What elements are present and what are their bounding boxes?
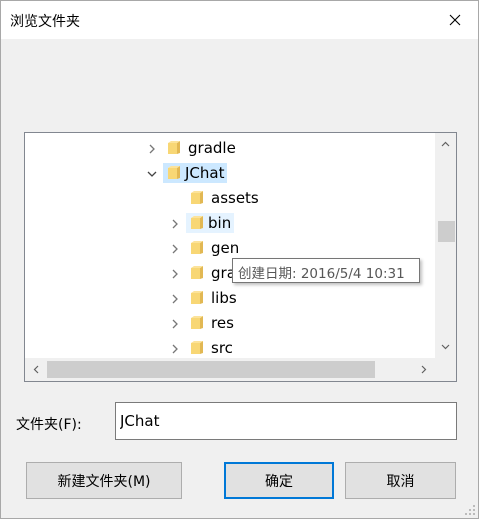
ok-button[interactable]: 确定 <box>224 462 334 499</box>
tree-viewport: gradle JChat assets bin gen gra libs res src <box>25 133 435 358</box>
chevron-right-icon[interactable] <box>168 242 182 256</box>
scroll-right-arrow[interactable] <box>415 361 432 378</box>
close-icon <box>449 14 461 26</box>
tree-item-label[interactable]: src <box>208 338 236 358</box>
folder-icon <box>190 190 204 206</box>
tree-item-label[interactable]: gradle <box>185 138 239 158</box>
new-folder-button[interactable]: 新建文件夹(M) <box>26 462 182 499</box>
folder-tree[interactable]: gradle JChat assets bin gen gra libs res src <box>24 132 457 382</box>
chevron-left-icon <box>33 365 39 374</box>
chevron-right-icon[interactable] <box>168 267 182 281</box>
chevron-down-icon[interactable] <box>145 167 159 181</box>
window-title: 浏览文件夹 <box>10 14 80 30</box>
chevron-right-icon[interactable] <box>168 217 182 231</box>
folder-icon <box>167 140 181 156</box>
folder-icon <box>190 315 204 331</box>
chevron-right-icon[interactable] <box>168 317 182 331</box>
date-tooltip: 创建日期: 2016/5/4 10:31 <box>232 258 420 283</box>
title-bar: 浏览文件夹 <box>1 1 478 39</box>
chevron-up-icon <box>441 141 450 147</box>
tree-item-label[interactable]: libs <box>208 288 240 308</box>
chevron-right-icon[interactable] <box>168 342 182 356</box>
horizontal-scroll-thumb[interactable] <box>47 361 375 378</box>
cancel-button[interactable]: 取消 <box>345 462 456 499</box>
chevron-down-icon <box>441 344 450 350</box>
tree-item[interactable]: gradle <box>25 136 435 161</box>
tree-item[interactable]: assets <box>25 186 435 211</box>
folder-field-label: 文件夹(F): <box>16 417 82 433</box>
scroll-up-arrow[interactable] <box>437 136 454 153</box>
scroll-down-arrow[interactable] <box>437 338 454 355</box>
folder-icon <box>190 340 204 356</box>
tree-item-label[interactable]: assets <box>208 188 262 208</box>
tree-item[interactable]: libs <box>25 286 435 311</box>
vertical-scroll-thumb[interactable] <box>438 221 455 242</box>
folder-name-input[interactable] <box>115 402 457 440</box>
scroll-corner <box>435 358 456 381</box>
tree-item[interactable]: bin <box>25 211 435 236</box>
tree-item-label[interactable]: gen <box>208 238 242 258</box>
browse-folder-dialog: 浏览文件夹 gradle JChat assets bin gen gra libs res s… <box>0 0 479 519</box>
folder-icon <box>190 240 204 256</box>
tree-item-label[interactable]: res <box>208 313 237 333</box>
vertical-scrollbar[interactable] <box>435 133 456 358</box>
chevron-right-icon[interactable] <box>168 292 182 306</box>
resize-grip-icon[interactable] <box>464 504 476 516</box>
tree-item[interactable]: res <box>25 311 435 336</box>
folder-icon <box>190 265 204 281</box>
chevron-right-icon[interactable] <box>145 142 159 156</box>
horizontal-scrollbar[interactable] <box>25 358 435 381</box>
folder-icon <box>167 165 181 181</box>
tree-item[interactable]: src <box>25 336 435 358</box>
close-button[interactable] <box>432 1 478 39</box>
scroll-left-arrow[interactable] <box>28 361 45 378</box>
folder-icon <box>190 290 204 306</box>
folder-icon <box>190 215 204 231</box>
chevron-right-icon <box>421 365 427 374</box>
tree-item[interactable]: JChat <box>25 161 435 186</box>
